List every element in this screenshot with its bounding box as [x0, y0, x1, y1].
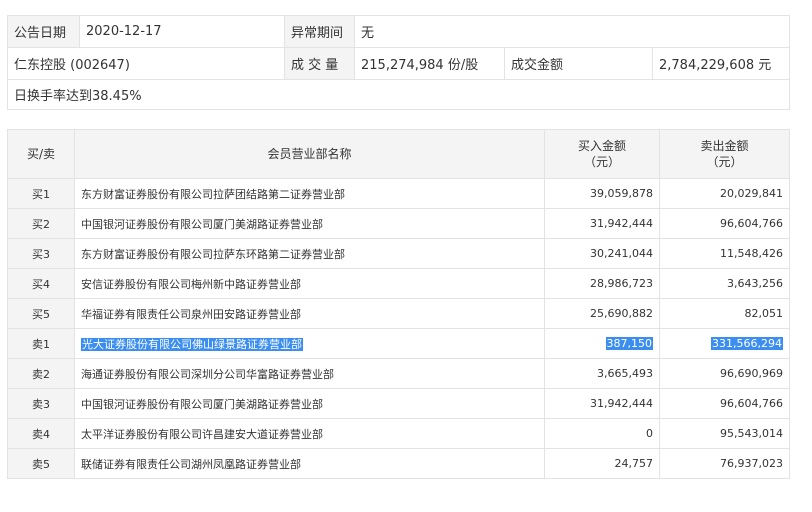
table-row: 卖2 海通证券股份有限公司深圳分公司华富路证券营业部 3,665,493 96,690… [7, 358, 790, 389]
dept-cell: 华福证券有限责任公司泉州田安路证券营业部 [74, 298, 545, 329]
buy-amount-cell: 25,690,882 [544, 298, 660, 329]
table-row: 买5 华福证券有限责任公司泉州田安路证券营业部 25,690,882 82,051 [7, 298, 790, 329]
sell-amount-cell: 82,051 [659, 298, 790, 329]
abnormal-period-value: 无 [354, 15, 790, 48]
side-cell: 卖3 [7, 388, 75, 419]
table-row: 买3 东方财富证券股份有限公司拉萨东环路第二证券营业部 30,241,044 11,5… [7, 238, 790, 269]
announce-date-value: 2020-12-17 [79, 15, 285, 48]
reason-text: 日换手率达到38.45% [7, 79, 790, 110]
sell-amount-cell: 96,604,766 [659, 208, 790, 239]
selected-text: 光大证券股份有限公司佛山绿景路证券营业部 [81, 337, 303, 351]
dept-cell: 中国银河证券股份有限公司厦门美湖路证券营业部 [74, 208, 545, 239]
announcement-info-table: 公告日期 2020-12-17 异常期间 无 仁东控股 (002647) 成 交… [7, 15, 790, 110]
table-row: 卖3 中国银河证券股份有限公司厦门美湖路证券营业部 31,942,444 96,604… [7, 388, 790, 419]
dept-cell: 海通证券股份有限公司深圳分公司华富路证券营业部 [74, 358, 545, 389]
header-dept: 会员营业部名称 [74, 129, 545, 179]
dept-cell: 安信证券股份有限公司梅州新中路证券营业部 [74, 268, 545, 299]
side-cell: 买1 [7, 178, 75, 209]
table-row: 卖5 联储证券有限责任公司湖州凤凰路证券营业部 24,757 76,937,023 [7, 448, 790, 479]
abnormal-period-label: 异常期间 [284, 15, 355, 48]
selected-text: 387,150 [605, 337, 653, 350]
buy-amount-cell: 30,241,044 [544, 238, 660, 269]
dept-cell: 联储证券有限责任公司湖州凤凰路证券营业部 [74, 448, 545, 479]
table-row: 买1 东方财富证券股份有限公司拉萨团结路第二证券营业部 39,059,878 20,0… [7, 178, 790, 209]
buy-amount-cell: 39,059,878 [544, 178, 660, 209]
buy-amount-cell: 28,986,723 [544, 268, 660, 299]
buy-amount-cell: 31,942,444 [544, 388, 660, 419]
buy-amount-cell: 24,757 [544, 448, 660, 479]
sell-amount-cell: 3,643,256 [659, 268, 790, 299]
header-buy-amount: 买入金额 （元） [544, 129, 660, 179]
buy-amount-cell: 3,665,493 [544, 358, 660, 389]
dept-cell: 光大证券股份有限公司佛山绿景路证券营业部 [74, 328, 545, 359]
sell-amount-cell: 20,029,841 [659, 178, 790, 209]
sell-amount-cell: 96,690,969 [659, 358, 790, 389]
dept-cell: 东方财富证券股份有限公司拉萨东环路第二证券营业部 [74, 238, 545, 269]
dept-cell: 太平洋证券股份有限公司许昌建安大道证券营业部 [74, 418, 545, 449]
side-cell: 卖1 [7, 328, 75, 359]
table-row: 卖4 太平洋证券股份有限公司许昌建安大道证券营业部 0 95,543,014 [7, 418, 790, 449]
trading-departments-table: 买/卖 会员营业部名称 买入金额 （元） 卖出金额 （元） 买1 东方财富证券股份有限… [7, 129, 790, 479]
side-cell: 卖2 [7, 358, 75, 389]
selected-text: 331,566,294 [711, 337, 783, 350]
buy-amount-cell: 387,150 [544, 328, 660, 359]
table-row: 买2 中国银河证券股份有限公司厦门美湖路证券营业部 31,942,444 96,604… [7, 208, 790, 239]
sell-amount-cell: 95,543,014 [659, 418, 790, 449]
sell-amount-cell: 11,548,426 [659, 238, 790, 269]
amount-value: 2,784,229,608 元 [652, 47, 790, 80]
sell-amount-cell: 331,566,294 [659, 328, 790, 359]
buy-amount-cell: 0 [544, 418, 660, 449]
side-cell: 卖4 [7, 418, 75, 449]
side-cell: 买4 [7, 268, 75, 299]
table-row: 买4 安信证券股份有限公司梅州新中路证券营业部 28,986,723 3,643,25… [7, 268, 790, 299]
header-side: 买/卖 [7, 129, 75, 179]
buy-amount-cell: 31,942,444 [544, 208, 660, 239]
side-cell: 卖5 [7, 448, 75, 479]
header-sell-amount: 卖出金额 （元） [659, 129, 790, 179]
side-cell: 买2 [7, 208, 75, 239]
amount-label: 成交金额 [504, 47, 653, 80]
dept-cell: 东方财富证券股份有限公司拉萨团结路第二证券营业部 [74, 178, 545, 209]
announce-date-label: 公告日期 [7, 15, 80, 48]
side-cell: 买5 [7, 298, 75, 329]
side-cell: 买3 [7, 238, 75, 269]
volume-label: 成 交 量 [284, 47, 355, 80]
sell-amount-cell: 76,937,023 [659, 448, 790, 479]
table-row: 卖1 光大证券股份有限公司佛山绿景路证券营业部 387,150 331,566,294 [7, 328, 790, 359]
dept-cell: 中国银河证券股份有限公司厦门美湖路证券营业部 [74, 388, 545, 419]
stock-name: 仁东控股 (002647) [7, 47, 285, 80]
sell-amount-cell: 96,604,766 [659, 388, 790, 419]
volume-value: 215,274,984 份/股 [354, 47, 505, 80]
